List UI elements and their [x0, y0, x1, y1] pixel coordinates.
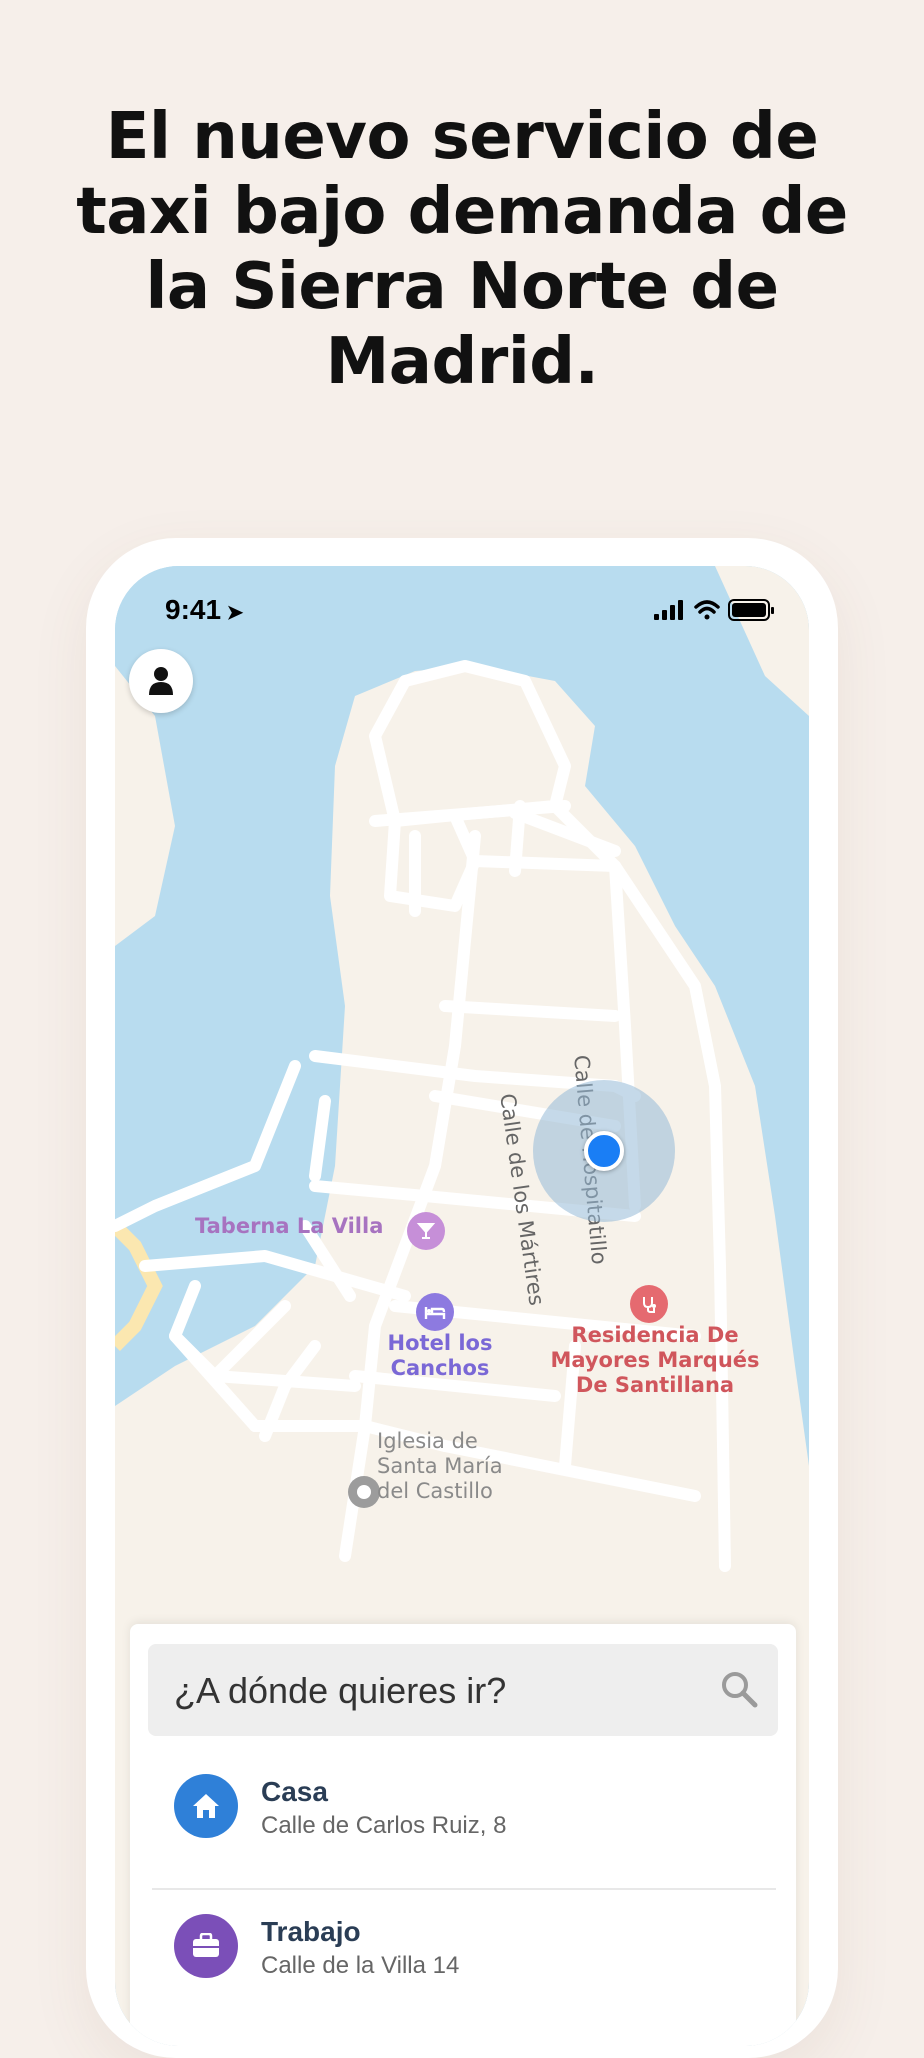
poi-label-hotel[interactable]: Hotel los Canchos [370, 1331, 510, 1381]
status-time: 9:41 ➤ [165, 594, 244, 625]
saved-place-title: Trabajo [261, 1916, 361, 1947]
destination-search-input[interactable]: ¿A dónde quieres ir? [148, 1644, 778, 1736]
user-icon [149, 667, 173, 695]
battery-icon [728, 599, 774, 621]
search-icon[interactable] [720, 1670, 758, 1708]
circle-marker-icon[interactable] [348, 1476, 380, 1508]
stethoscope-icon[interactable] [630, 1285, 668, 1323]
status-bar: 9:41 ➤ [115, 566, 809, 656]
saved-place-address: Calle de Carlos Ruiz, 8 [261, 1812, 507, 1839]
home-icon [174, 1774, 238, 1838]
cellular-signal-icon [654, 600, 683, 620]
briefcase-icon [174, 1914, 238, 1978]
saved-place-work[interactable]: Trabajo Calle de la Villa 14 [130, 1892, 796, 2032]
headline: El nuevo servicio de taxi bajo demanda d… [76, 100, 848, 399]
status-icons [654, 598, 784, 629]
poi-label-residencia[interactable]: Residencia De Mayores Marqués De Santill… [540, 1323, 770, 1398]
cocktail-icon[interactable] [407, 1212, 445, 1250]
saved-place-title: Casa [261, 1776, 328, 1807]
poi-label-taberna[interactable]: Taberna La Villa [195, 1214, 383, 1239]
bed-icon[interactable] [416, 1293, 454, 1331]
search-placeholder: ¿A dónde quieres ir? [174, 1670, 507, 1711]
saved-place-home[interactable]: Casa Calle de Carlos Ruiz, 8 [130, 1752, 796, 1892]
profile-button[interactable] [129, 649, 193, 713]
divider [152, 1888, 776, 1890]
current-location-dot[interactable] [584, 1131, 624, 1171]
wifi-icon [694, 600, 720, 620]
phone-screen: Calle de los Mártires Calle de Hospitati… [115, 566, 809, 2046]
saved-place-address: Calle de la Villa 14 [261, 1952, 460, 1979]
destination-sheet: ¿A dónde quieres ir? Casa Calle de Carlo… [130, 1624, 796, 2046]
location-arrow-icon: ➤ [221, 602, 244, 624]
poi-label-iglesia[interactable]: Iglesia de Santa María del Castillo [377, 1429, 503, 1504]
